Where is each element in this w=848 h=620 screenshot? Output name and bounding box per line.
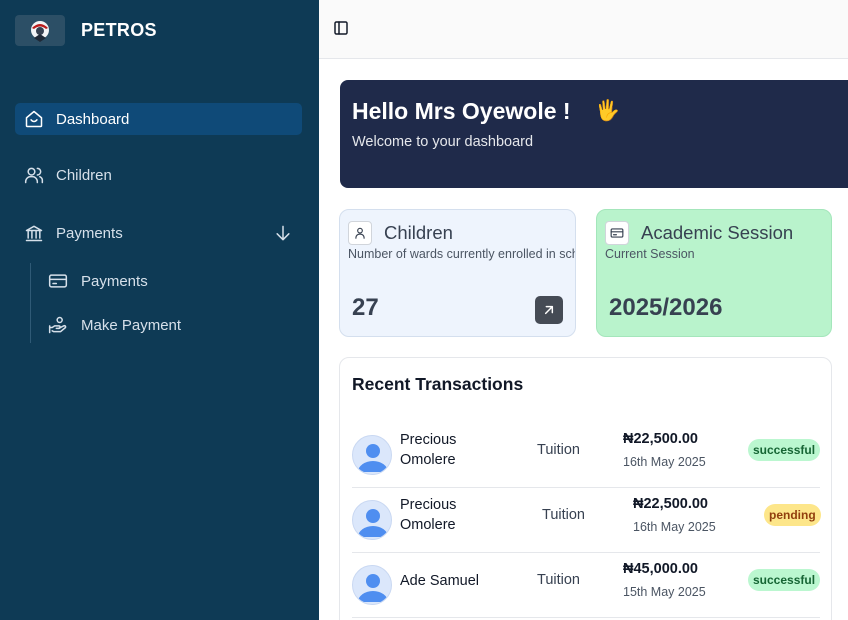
sidebar: PETROS Dashboard Children Payments Payme… — [0, 0, 319, 620]
payer-name: Ade Samuel — [400, 573, 479, 589]
users-icon — [24, 165, 44, 185]
payment-amount: ₦45,000.00 — [623, 561, 698, 577]
hand-coins-icon — [48, 315, 68, 335]
avatar — [352, 565, 392, 605]
waving-hand-icon: 🖐 — [595, 100, 620, 122]
sidebar-subitem-make-payment[interactable]: Make Payment — [48, 311, 298, 339]
children-card: Children Number of wards currently enrol… — [339, 209, 576, 337]
sidebar-subitem-payments[interactable]: Payments — [48, 267, 298, 295]
greeting-subtitle: Welcome to your dashboard — [352, 134, 534, 150]
credit-card-icon — [48, 271, 68, 291]
app-name: PETROS — [81, 20, 157, 40]
status-badge: successful — [748, 439, 821, 461]
sidebar-item-label: Dashboard — [56, 110, 130, 128]
greeting-title: Hello Mrs Oyewole ! — [352, 98, 571, 124]
arrow-up-right-icon — [544, 305, 554, 315]
sidebar-subitem-label: Make Payment — [81, 316, 182, 334]
bank-icon — [24, 223, 44, 243]
payment-date: 16th May 2025 — [633, 520, 716, 534]
payment-type: Tuition — [537, 442, 580, 458]
card-subtitle: Number of wards currently enrolled in sc… — [348, 247, 576, 261]
sidebar-item-children[interactable]: Children — [15, 159, 302, 191]
payment-type: Tuition — [537, 572, 580, 588]
panel-left-icon — [334, 21, 348, 35]
table-row[interactable]: Precious Omolere Tuition ₦22,500.00 16th… — [352, 423, 821, 488]
payer-name: Precious Omolere — [400, 432, 457, 468]
sidebar-item-dashboard[interactable]: Dashboard — [15, 103, 302, 135]
payment-amount: ₦22,500.00 — [633, 496, 708, 512]
welcome-banner: Hello Mrs Oyewole ! 🖐 Welcome to your da… — [340, 80, 848, 188]
payer-name: Precious Omolere — [400, 497, 457, 533]
section-title: Recent Transactions — [352, 374, 524, 394]
submenu-divider — [30, 263, 31, 343]
status-badge: successful — [748, 569, 821, 591]
payment-date: 15th May 2025 — [623, 585, 706, 599]
sidebar-item-payments[interactable]: Payments — [15, 217, 302, 249]
table-row[interactable]: Ade Samuel Tuition ₦45,000.00 15th May 2… — [352, 553, 821, 618]
children-count: 27 — [352, 294, 379, 321]
table-row[interactable]: Precious Omolere Tuition ₦22,500.00 16th… — [352, 488, 821, 553]
payment-amount: ₦22,500.00 — [623, 431, 698, 447]
school-logo — [15, 15, 65, 46]
status-badge: pending — [764, 504, 821, 526]
card-title: Academic Session — [641, 222, 794, 243]
sidebar-item-label: Children — [56, 166, 112, 184]
recent-transactions: Recent Transactions Precious Omolere Tui… — [339, 357, 832, 620]
brand[interactable]: PETROS — [15, 15, 157, 46]
arrow-down-icon[interactable] — [273, 223, 293, 243]
session-value: 2025/2026 — [609, 294, 723, 321]
user-icon — [348, 221, 372, 245]
id-card-icon — [605, 221, 629, 245]
academic-session-card: Academic Session Current Session 2025/20… — [596, 209, 832, 337]
sidebar-subitem-label: Payments — [81, 272, 148, 290]
payment-date: 16th May 2025 — [623, 455, 706, 469]
card-subtitle: Current Session — [605, 247, 695, 261]
open-children-button[interactable] — [535, 296, 563, 324]
sidebar-item-label: Payments — [56, 224, 123, 242]
top-bar — [319, 0, 848, 59]
sidebar-toggle-button[interactable] — [331, 18, 351, 38]
avatar — [352, 500, 392, 540]
home-icon — [24, 109, 44, 129]
payment-type: Tuition — [542, 507, 585, 523]
card-title: Children — [384, 222, 453, 243]
avatar — [352, 435, 392, 475]
